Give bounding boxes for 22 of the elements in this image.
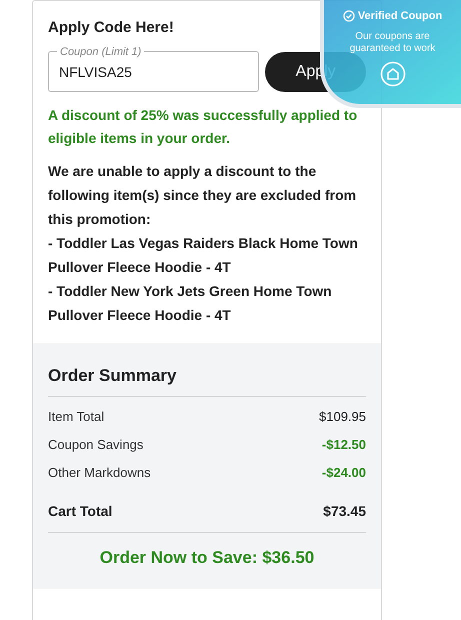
summary-title: Order Summary: [48, 362, 366, 397]
summary-amount: -$24.00: [322, 464, 366, 482]
total-amount: $73.45: [323, 502, 366, 521]
summary-amount: -$12.50: [322, 436, 366, 454]
total-label: Cart Total: [48, 502, 112, 521]
house-icon: [380, 60, 406, 86]
check-circle-icon: [342, 10, 355, 22]
summary-label: Coupon Savings: [48, 436, 144, 454]
field-value: NFLVISA25: [59, 62, 133, 82]
savings-message: Order Now to Save: $36.50: [98, 547, 316, 569]
summary-amount: $109.95: [319, 408, 366, 426]
excluded-item: - Toddler New York Jets Green Home Town Pullover Fleece Hoodie - 4T: [48, 282, 333, 324]
badge-title: Verified Coupon: [358, 9, 442, 24]
summary-label: Item Total: [48, 408, 104, 426]
field-label: Coupon (Limit 1): [59, 44, 142, 58]
section-title: Apply Code Here!: [48, 18, 174, 38]
coupon-field[interactable]: Coupon (Limit 1) NFLVISA25: [48, 44, 260, 92]
summary-label: Other Markdowns: [48, 464, 151, 482]
badge-text: Our coupons are guaranteed to work: [348, 30, 436, 54]
success-message: A discount of 25% was successfully applied to eligible items in your order.: [48, 106, 358, 148]
excluded-item: - Toddler Las Vegas Raiders Black Home Town Pullover Fleece Hoodie - 4T: [48, 234, 359, 276]
exclusion-message: We are unable to apply a discount to the following item(s) since they are excluded from this promotion:: [48, 162, 358, 229]
